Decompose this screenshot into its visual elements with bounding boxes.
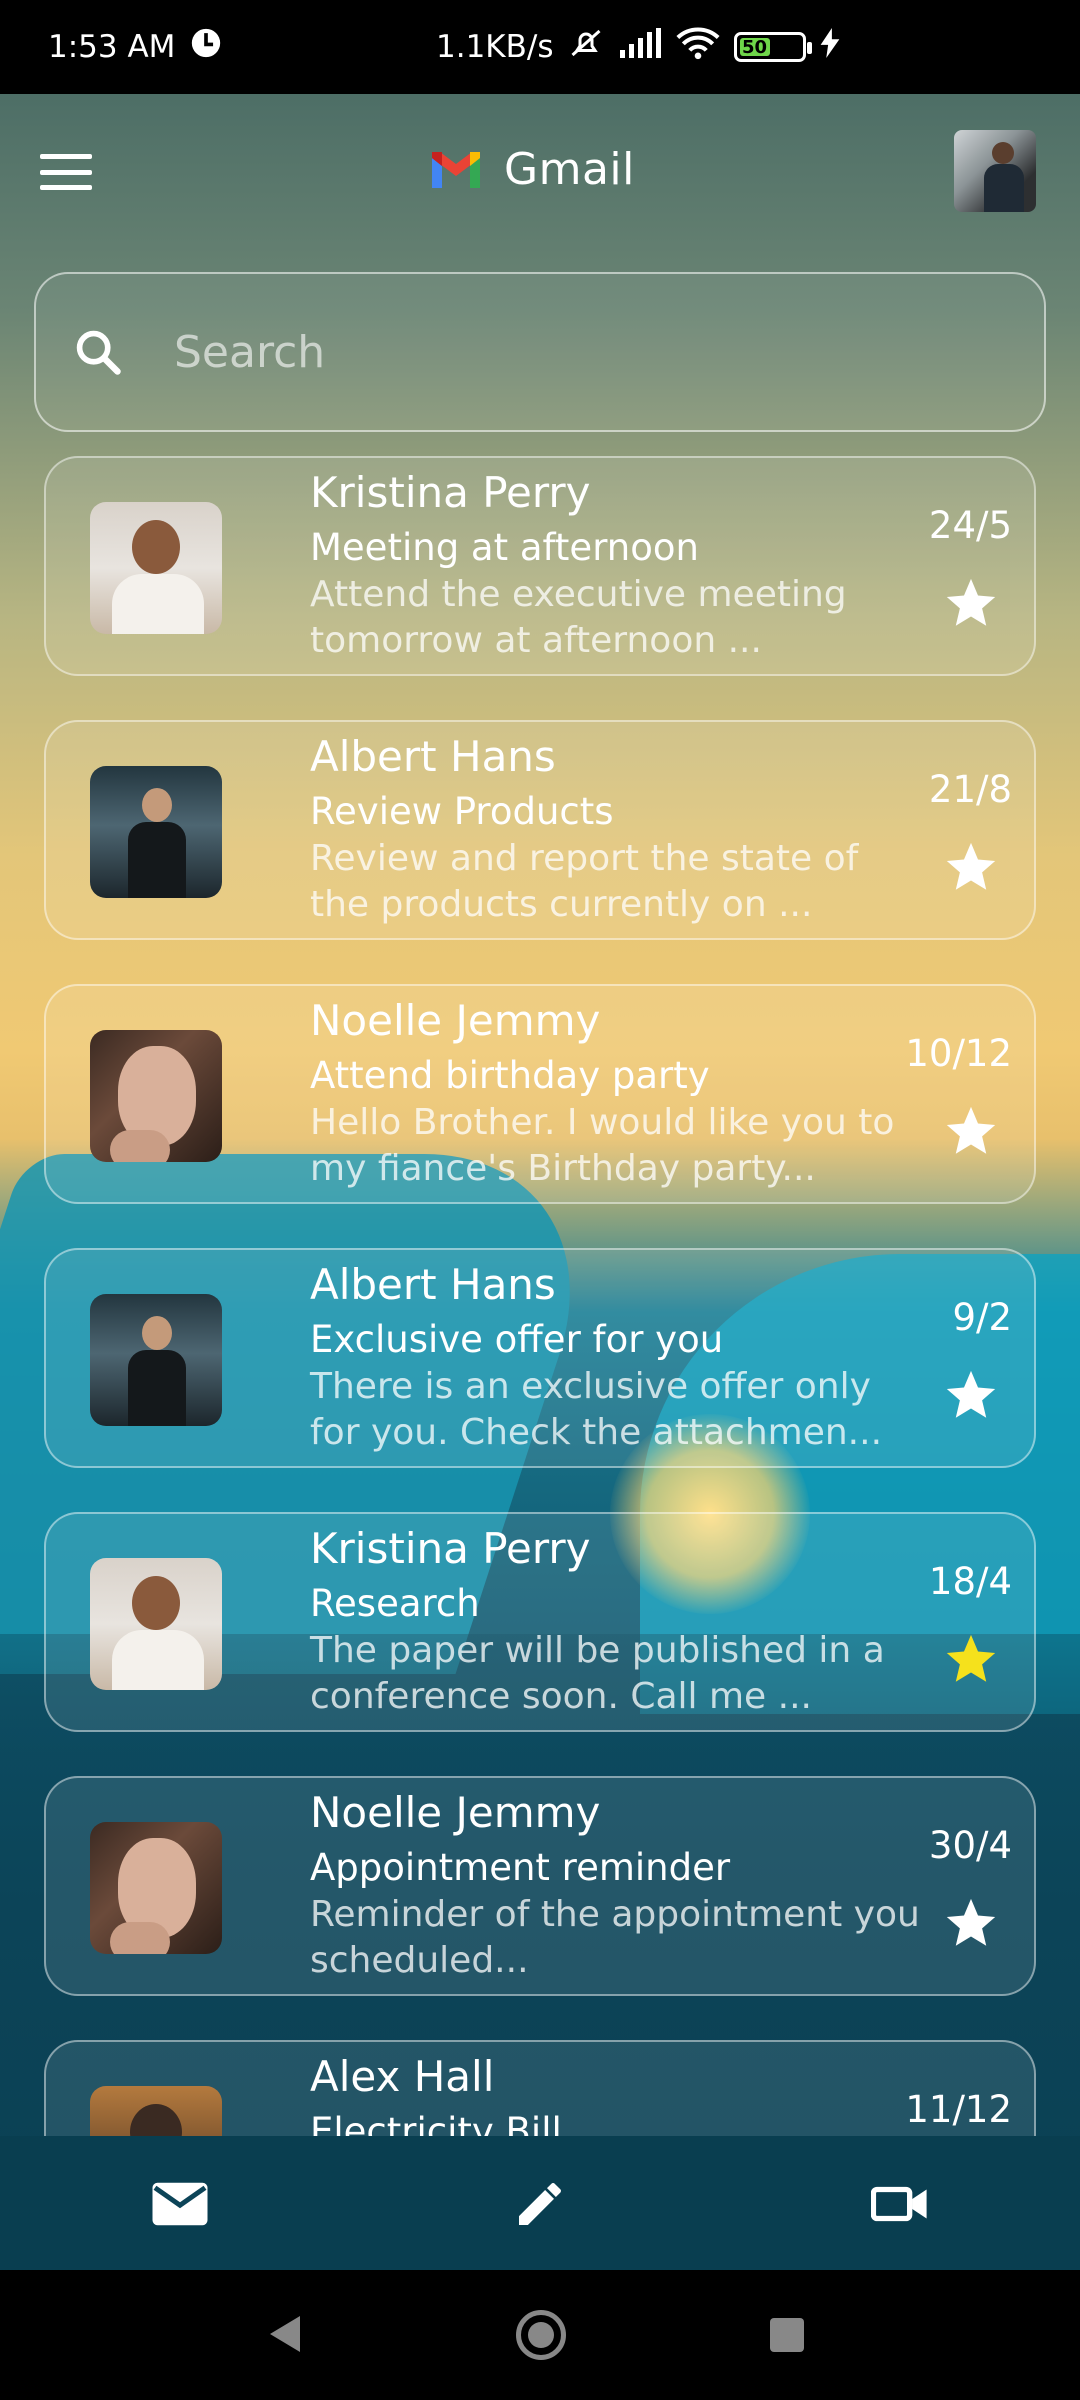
wifi-icon (675, 26, 720, 68)
battery-icon: 50 (733, 32, 812, 62)
email-subject: Appointment reminder (310, 1846, 731, 1889)
home-icon[interactable] (516, 2310, 566, 2360)
star-icon[interactable] (942, 1894, 1000, 1952)
app-header: Gmail (0, 94, 1080, 244)
star-icon[interactable] (942, 1102, 1000, 1160)
email-item[interactable]: Albert Hans Review Products Review and r… (44, 720, 1036, 940)
email-date: 18/4 (928, 1560, 1012, 1603)
status-left: 1:53 AM (48, 26, 223, 68)
star-icon[interactable] (942, 1366, 1000, 1424)
recent-apps-icon[interactable] (770, 2318, 804, 2352)
email-item[interactable]: Kristina Perry Research The paper will b… (44, 1512, 1036, 1732)
signal-icon (618, 28, 662, 66)
sender-avatar (90, 502, 222, 634)
mute-icon (568, 25, 604, 69)
sender-avatar (90, 2086, 222, 2136)
battery-level: 50 (739, 37, 770, 58)
email-item[interactable]: Albert Hans Exclusive offer for you Ther… (44, 1248, 1036, 1468)
video-camera-icon[interactable] (868, 2172, 932, 2236)
email-date: 11/12 (905, 2088, 1012, 2131)
star-icon-active[interactable] (942, 1630, 1000, 1688)
email-date: 10/12 (905, 1032, 1012, 1075)
sender-avatar (90, 1822, 222, 1954)
pencil-compose-icon[interactable] (508, 2172, 572, 2236)
email-subject: Research (310, 1582, 480, 1625)
email-subject: Meeting at afternoon (310, 526, 699, 569)
status-bar: 1:53 AM 1.1KB/s 50 (0, 0, 1080, 94)
profile-avatar[interactable] (954, 130, 1036, 212)
back-icon[interactable] (270, 2316, 300, 2352)
email-date: 24/5 (928, 504, 1012, 547)
status-indicators: 1.1KB/s 50 (436, 25, 840, 69)
email-preview: Attend the executive meeting tomorrow at… (310, 574, 847, 661)
search-bar[interactable] (34, 272, 1046, 432)
mail-icon[interactable] (148, 2172, 212, 2236)
search-icon (76, 330, 121, 375)
sender-avatar (90, 1030, 222, 1162)
gmail-logo-icon (432, 151, 480, 188)
email-subject: Review Products (310, 790, 614, 833)
email-subject: Electricity Bill (310, 2110, 562, 2136)
email-date: 21/8 (928, 768, 1012, 811)
email-sender: Kristina Perry (310, 468, 591, 517)
email-subject: Exclusive offer for you (310, 1318, 724, 1361)
star-icon[interactable] (942, 574, 1000, 632)
email-date: 30/4 (928, 1824, 1012, 1867)
charging-icon (820, 28, 840, 66)
system-navigation-bar (0, 2270, 1080, 2400)
email-sender: Alex Hall (310, 2052, 495, 2101)
network-speed: 1.1KB/s (436, 29, 554, 65)
email-item[interactable]: Noelle Jemmy Attend birthday party Hello… (44, 984, 1036, 1204)
status-time: 1:53 AM (48, 29, 176, 65)
app-title: Gmail (504, 144, 635, 195)
email-item[interactable]: Noelle Jemmy Appointment reminder Remind… (44, 1776, 1036, 1996)
notification-icon (189, 26, 223, 68)
sender-avatar (90, 766, 222, 898)
sender-avatar (90, 1558, 222, 1690)
email-date: 9/2 (952, 1296, 1012, 1339)
email-sender: Noelle Jemmy (310, 1788, 601, 1837)
email-subject: Attend birthday party (310, 1054, 710, 1097)
email-preview: There is an exclusive offer only for you… (310, 1366, 883, 1453)
email-sender: Albert Hans (310, 1260, 556, 1309)
email-sender: Noelle Jemmy (310, 996, 601, 1045)
email-list: Kristina Perry Meeting at afternoon Atte… (0, 456, 1080, 2136)
email-item[interactable]: Kristina Perry Meeting at afternoon Atte… (44, 456, 1036, 676)
email-sender: Albert Hans (310, 732, 556, 781)
email-item[interactable]: Alex Hall Electricity Bill 11/12 (44, 2040, 1036, 2136)
search-input[interactable] (174, 326, 994, 378)
brand: Gmail (430, 144, 635, 195)
hamburger-menu-icon[interactable] (40, 154, 92, 190)
email-preview: Hello Brother. I would like you to my fi… (310, 1102, 895, 1189)
email-sender: Kristina Perry (310, 1524, 591, 1573)
bottom-navigation (0, 2136, 1080, 2270)
sender-avatar (90, 1294, 222, 1426)
email-preview: Review and report the state of the produ… (310, 838, 859, 925)
email-preview: The paper will be published in a confere… (310, 1630, 885, 1717)
email-preview: Reminder of the appointment you schedule… (310, 1894, 920, 1981)
app-screen: Gmail Kristina Perry Meeting at afternoo… (0, 94, 1080, 2270)
star-icon[interactable] (942, 838, 1000, 896)
